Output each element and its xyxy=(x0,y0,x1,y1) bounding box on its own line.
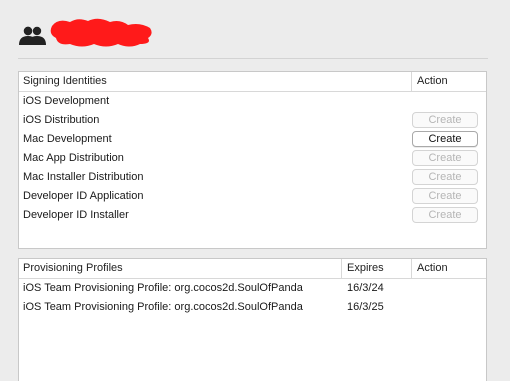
signing-identity-row[interactable]: Mac App Distribution Create xyxy=(19,149,486,168)
redacted-account-name xyxy=(50,18,152,47)
provisioning-profile-row[interactable]: iOS Team Provisioning Profile: org.cocos… xyxy=(19,298,486,317)
profile-name: iOS Team Provisioning Profile: org.cocos… xyxy=(23,301,303,313)
signing-identity-row[interactable]: Developer ID Application Create xyxy=(19,187,486,206)
create-mac-installer-distribution-button[interactable]: Create xyxy=(412,169,478,185)
signing-identity-name: Mac Development xyxy=(23,133,112,145)
signing-table-header: Signing Identities Action xyxy=(19,72,486,92)
header-divider xyxy=(18,58,488,59)
provisioning-profiles-table: Provisioning Profiles Expires Action iOS… xyxy=(18,258,487,381)
signing-identity-row[interactable]: iOS Distribution Create xyxy=(19,111,486,130)
create-mac-development-button[interactable]: Create xyxy=(412,131,478,147)
column-header-action[interactable]: Action xyxy=(417,75,448,87)
signing-identity-row[interactable]: Mac Development Create xyxy=(19,130,486,149)
signing-identity-name: Developer ID Installer xyxy=(23,209,129,221)
column-separator xyxy=(411,72,412,91)
profile-expires: 16/3/25 xyxy=(347,301,384,313)
signing-identities-table: Signing Identities Action iOS Developmen… xyxy=(18,71,487,249)
signing-identity-name: iOS Distribution xyxy=(23,114,100,126)
profile-name: iOS Team Provisioning Profile: org.cocos… xyxy=(23,282,303,294)
create-developer-id-installer-button[interactable]: Create xyxy=(412,207,478,223)
profile-expires: 16/3/24 xyxy=(347,282,384,294)
signing-identity-name: iOS Development xyxy=(23,95,110,107)
signing-identity-name: Mac App Distribution xyxy=(23,152,124,164)
create-developer-id-application-button[interactable]: Create xyxy=(412,188,478,204)
provisioning-profiles-list: iOS Team Provisioning Profile: org.cocos… xyxy=(19,279,486,317)
column-header-provisioning-profiles[interactable]: Provisioning Profiles xyxy=(23,262,123,274)
signing-identities-list: iOS Development iOS Distribution Create Mac… xyxy=(19,92,486,225)
profiles-table-header: Provisioning Profiles Expires Action xyxy=(19,259,486,279)
column-separator xyxy=(341,259,342,278)
signing-identity-row[interactable]: Developer ID Installer Create xyxy=(19,206,486,225)
signing-identity-name: Developer ID Application xyxy=(23,190,144,202)
create-ios-distribution-button[interactable]: Create xyxy=(412,112,478,128)
column-header-action[interactable]: Action xyxy=(417,262,448,274)
signing-identity-row[interactable]: iOS Development xyxy=(19,92,486,111)
provisioning-profile-row[interactable]: iOS Team Provisioning Profile: org.cocos… xyxy=(19,279,486,298)
column-header-expires[interactable]: Expires xyxy=(347,262,384,274)
account-header xyxy=(18,14,488,56)
column-header-signing-identities[interactable]: Signing Identities xyxy=(23,75,107,87)
create-mac-app-distribution-button[interactable]: Create xyxy=(412,150,478,166)
column-separator xyxy=(411,259,412,278)
team-members-icon xyxy=(19,26,46,45)
signing-identity-name: Mac Installer Distribution xyxy=(23,171,144,183)
signing-identity-row[interactable]: Mac Installer Distribution Create xyxy=(19,168,486,187)
